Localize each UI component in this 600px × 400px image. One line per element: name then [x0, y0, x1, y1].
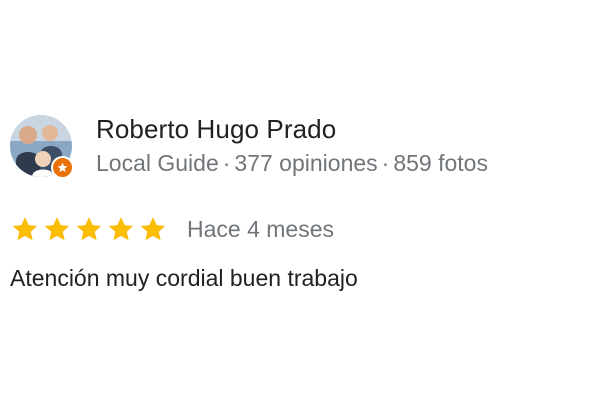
- star-icon: [76, 217, 102, 241]
- star-icon: [44, 217, 70, 241]
- star-icon: [12, 217, 38, 241]
- rating-row: Hace 4 meses: [10, 213, 334, 245]
- star-icon: [140, 217, 166, 241]
- author-info: Roberto Hugo Prado Local Guide · 377 opini…: [96, 113, 488, 179]
- local-guide-star-icon: [51, 156, 74, 179]
- avatar[interactable]: [10, 115, 74, 179]
- star-rating: [10, 214, 170, 244]
- author-meta: Local Guide · 377 opiniones · 859 fotos: [96, 147, 488, 179]
- star-icon: [108, 217, 134, 241]
- photos-count: 859 fotos: [393, 150, 488, 176]
- meta-separator: ·: [381, 150, 390, 176]
- author-name[interactable]: Roberto Hugo Prado: [96, 113, 488, 145]
- review-date: Hace 4 meses: [187, 216, 335, 242]
- local-guide-label: Local Guide: [96, 150, 219, 176]
- review-text: Atención muy cordial buen trabajo: [10, 265, 358, 291]
- meta-separator: ·: [222, 150, 231, 176]
- review-card: Roberto Hugo Prado Local Guide · 377 opini…: [0, 0, 600, 400]
- review-header: Roberto Hugo Prado Local Guide · 377 opini…: [10, 113, 488, 179]
- reviews-count: 377 opiniones: [234, 150, 378, 176]
